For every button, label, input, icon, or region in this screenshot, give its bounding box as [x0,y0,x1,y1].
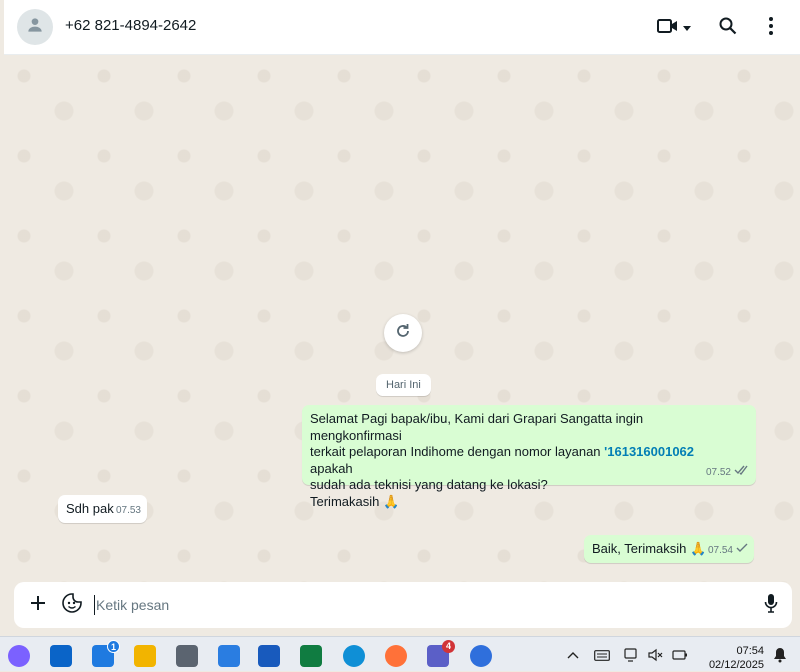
chat-header: +62 821-4894-2642 [4,0,800,55]
search-button[interactable] [712,12,744,44]
firefox-icon[interactable] [385,645,407,667]
more-vertical-icon [769,16,773,40]
network-icon[interactable] [624,647,640,663]
message-time: 07.54 [707,544,733,556]
double-check-icon [734,465,750,482]
message-line-segment: apakah [310,460,353,476]
message-outgoing[interactable]: Selamat Pagi bapak/ibu, Kami dari Grapar… [302,405,756,509]
voice-message-button[interactable] [759,593,783,617]
system-clock[interactable]: 07:54 02/12/2025 [700,644,764,672]
sticker-button[interactable] [60,592,84,618]
volume-muted-icon[interactable] [648,647,664,663]
avatar[interactable] [17,9,53,45]
message-time: 07.52 [705,466,731,478]
search-icon [719,17,737,40]
notification-badge: 4 [442,640,455,653]
attach-button[interactable] [26,593,50,617]
whatsapp-window: +62 821-4894-2642 Hari Ini Selamat Pagi … [4,0,800,636]
sticker-icon [62,592,82,618]
video-call-button[interactable] [652,12,696,44]
chevron-up-icon [567,646,579,664]
message-line: terkait pelaporan Indihome dengan nomor … [310,444,730,477]
show-hidden-icons-button[interactable] [565,647,581,663]
clock-date: 02/12/2025 [708,659,764,671]
media-player-icon[interactable] [470,645,492,667]
outlook-icon[interactable] [50,645,72,667]
chat-panel[interactable]: Hari Ini Selamat Pagi bapak/ibu, Kami da… [4,56,800,582]
contact-name[interactable]: +62 821-4894-2642 [65,17,196,34]
calculator-icon[interactable] [176,645,198,667]
keyboard-icon[interactable] [594,647,610,663]
message-line: sudah ada teknisi yang datang ke lokasi? [310,477,548,492]
word-icon[interactable] [258,645,280,667]
day-separator: Hari Ini [376,374,431,396]
notification-badge: 1 [107,640,120,653]
microsoft-store-icon[interactable]: 1 [92,640,120,667]
message-composer [14,582,792,628]
video-call-icon [657,17,679,40]
refresh-button[interactable] [384,314,422,352]
message-meta: 07.52 [706,465,750,482]
message-text: Baik, Terimaksih 🙏 [592,541,707,556]
message-input[interactable] [94,595,694,615]
message-text: Selamat Pagi bapak/ibu, Kami dari Grapar… [310,411,730,510]
menu-button[interactable] [755,12,787,44]
notification-center-icon[interactable] [772,647,788,663]
edge-icon[interactable] [343,645,365,667]
message-meta: 07.53 [116,503,141,520]
refresh-icon [394,322,412,345]
taskbar: 1 4 [0,636,800,671]
message-meta: 07.54 [708,543,748,560]
message-outgoing[interactable]: Baik, Terimaksih 🙏 07.54 [584,535,754,563]
service-number: '161316001062 [604,444,695,459]
microphone-icon [764,593,778,618]
file-explorer-icon[interactable] [134,645,156,667]
message-line-segment: terkait pelaporan Indihome dengan nomor … [310,444,605,459]
chevron-down-icon [683,19,691,37]
notepad-icon[interactable] [218,645,240,667]
message-line: Terimakasih 🙏 [310,493,400,509]
person-icon [25,15,45,40]
message-line: Selamat Pagi bapak/ibu, Kami dari Grapar… [310,411,644,443]
copilot-icon[interactable] [8,645,30,667]
plus-icon [30,595,46,616]
message-time: 07.53 [115,504,141,516]
single-check-icon [736,543,748,560]
clock-time: 07:54 [736,645,764,657]
battery-icon[interactable] [672,647,688,663]
message-text: Sdh pak [66,501,114,516]
teams-icon[interactable]: 4 [427,640,455,667]
message-incoming[interactable]: Sdh pak 07.53 [58,495,147,523]
excel-icon[interactable] [300,645,322,667]
